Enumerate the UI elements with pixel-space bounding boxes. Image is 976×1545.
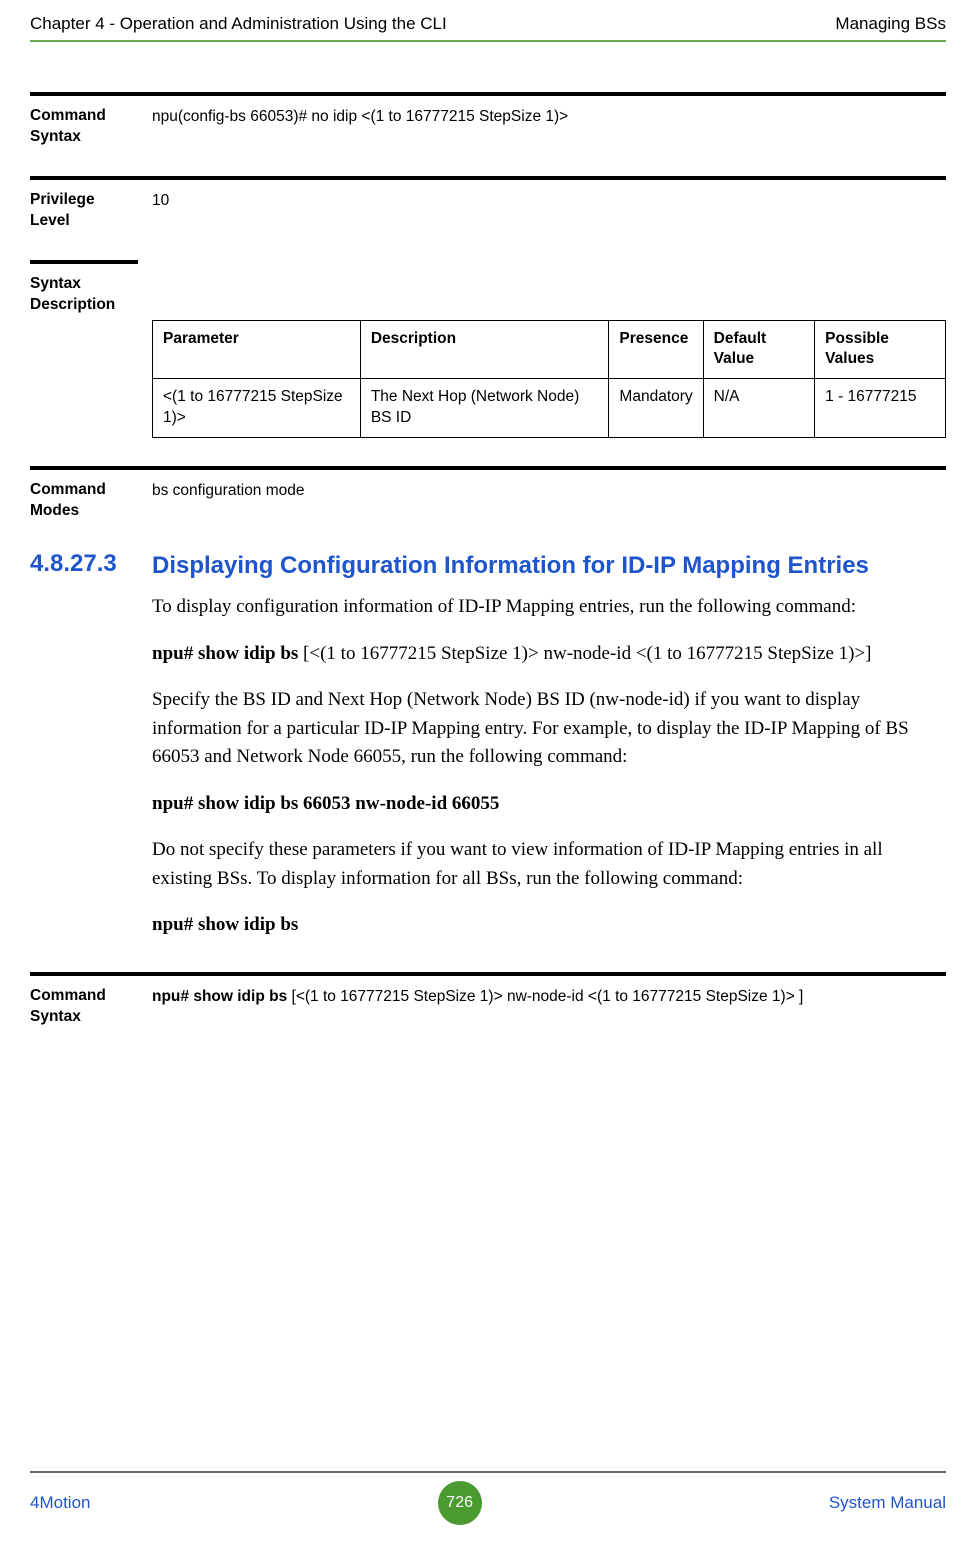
block-value: 10	[138, 190, 946, 232]
cmd-rest: [<(1 to 16777215 StepSize 1)> nw-node-id…	[287, 988, 803, 1005]
block-value: bs configuration mode	[138, 480, 946, 522]
privilege-level-block: Privilege Level 10	[30, 190, 946, 232]
param-table: Parameter Description Presence Default V…	[152, 320, 946, 439]
paragraph: Specify the BS ID and Next Hop (Network …	[30, 686, 946, 772]
page-number-badge: 726	[438, 1481, 482, 1525]
block-label: Privilege Level	[30, 190, 138, 232]
td-description: The Next Hop (Network Node) BS ID	[360, 379, 609, 438]
block-label: Syntax Description	[30, 274, 138, 316]
table-row: <(1 to 16777215 StepSize 1)> The Next Ho…	[153, 379, 946, 438]
footer-right: System Manual	[829, 1493, 946, 1513]
cmd-bold: npu# show idip bs	[152, 914, 298, 935]
block-rule	[30, 92, 946, 96]
block-rule	[30, 176, 946, 180]
table-header-row: Parameter Description Presence Default V…	[153, 320, 946, 379]
cmd-bold: npu# show idip bs 66053 nw-node-id 66055	[152, 793, 499, 814]
td-parameter: <(1 to 16777215 StepSize 1)>	[153, 379, 361, 438]
cmd-rest: [<(1 to 16777215 StepSize 1)> nw-node-id…	[298, 643, 871, 664]
paragraph: To display configuration information of …	[30, 593, 946, 622]
cmd-bold: npu# show idip bs	[152, 988, 287, 1005]
command-syntax-block-2: Command Syntax npu# show idip bs [<(1 to…	[30, 986, 946, 1028]
td-possible: 1 - 16777215	[815, 379, 946, 438]
block-label: Command Syntax	[30, 106, 138, 148]
paragraph: Do not specify these parameters if you w…	[30, 836, 946, 893]
paragraph-cmd: npu# show idip bs	[30, 911, 946, 940]
block-rule	[30, 466, 946, 470]
th-description: Description	[360, 320, 609, 379]
section-number: 4.8.27.3	[30, 550, 138, 581]
th-default: Default Value	[703, 320, 815, 379]
header-right: Managing BSs	[835, 14, 946, 34]
page-header: Chapter 4 - Operation and Administration…	[30, 14, 946, 40]
command-modes-block: Command Modes bs configuration mode	[30, 480, 946, 522]
syntax-description-block: Syntax Description	[30, 274, 946, 316]
cmd-bold: npu# show idip bs	[152, 643, 298, 664]
th-possible: Possible Values	[815, 320, 946, 379]
th-presence: Presence	[609, 320, 703, 379]
section-title: Displaying Configuration Information for…	[138, 550, 946, 581]
page-footer: 4Motion 726 System Manual	[0, 1471, 976, 1525]
footer-rule	[30, 1471, 946, 1473]
header-rule	[30, 40, 946, 42]
block-rule-short	[30, 260, 138, 264]
paragraph-cmd: npu# show idip bs [<(1 to 16777215 StepS…	[30, 640, 946, 669]
command-syntax-block-1: Command Syntax npu(config-bs 66053)# no …	[30, 106, 946, 148]
block-rule	[30, 972, 946, 976]
block-label: Command Syntax	[30, 986, 138, 1028]
block-value	[138, 274, 946, 316]
block-label: Command Modes	[30, 480, 138, 522]
footer-left: 4Motion	[30, 1493, 90, 1513]
block-value: npu(config-bs 66053)# no idip <(1 to 167…	[138, 106, 946, 148]
paragraph-cmd: npu# show idip bs 66053 nw-node-id 66055	[30, 790, 946, 819]
block-value: npu# show idip bs [<(1 to 16777215 StepS…	[138, 986, 946, 1028]
param-table-wrap: Parameter Description Presence Default V…	[30, 320, 946, 439]
th-parameter: Parameter	[153, 320, 361, 379]
td-default: N/A	[703, 379, 815, 438]
header-left: Chapter 4 - Operation and Administration…	[30, 14, 447, 34]
td-presence: Mandatory	[609, 379, 703, 438]
section-heading: 4.8.27.3 Displaying Configuration Inform…	[30, 550, 946, 581]
